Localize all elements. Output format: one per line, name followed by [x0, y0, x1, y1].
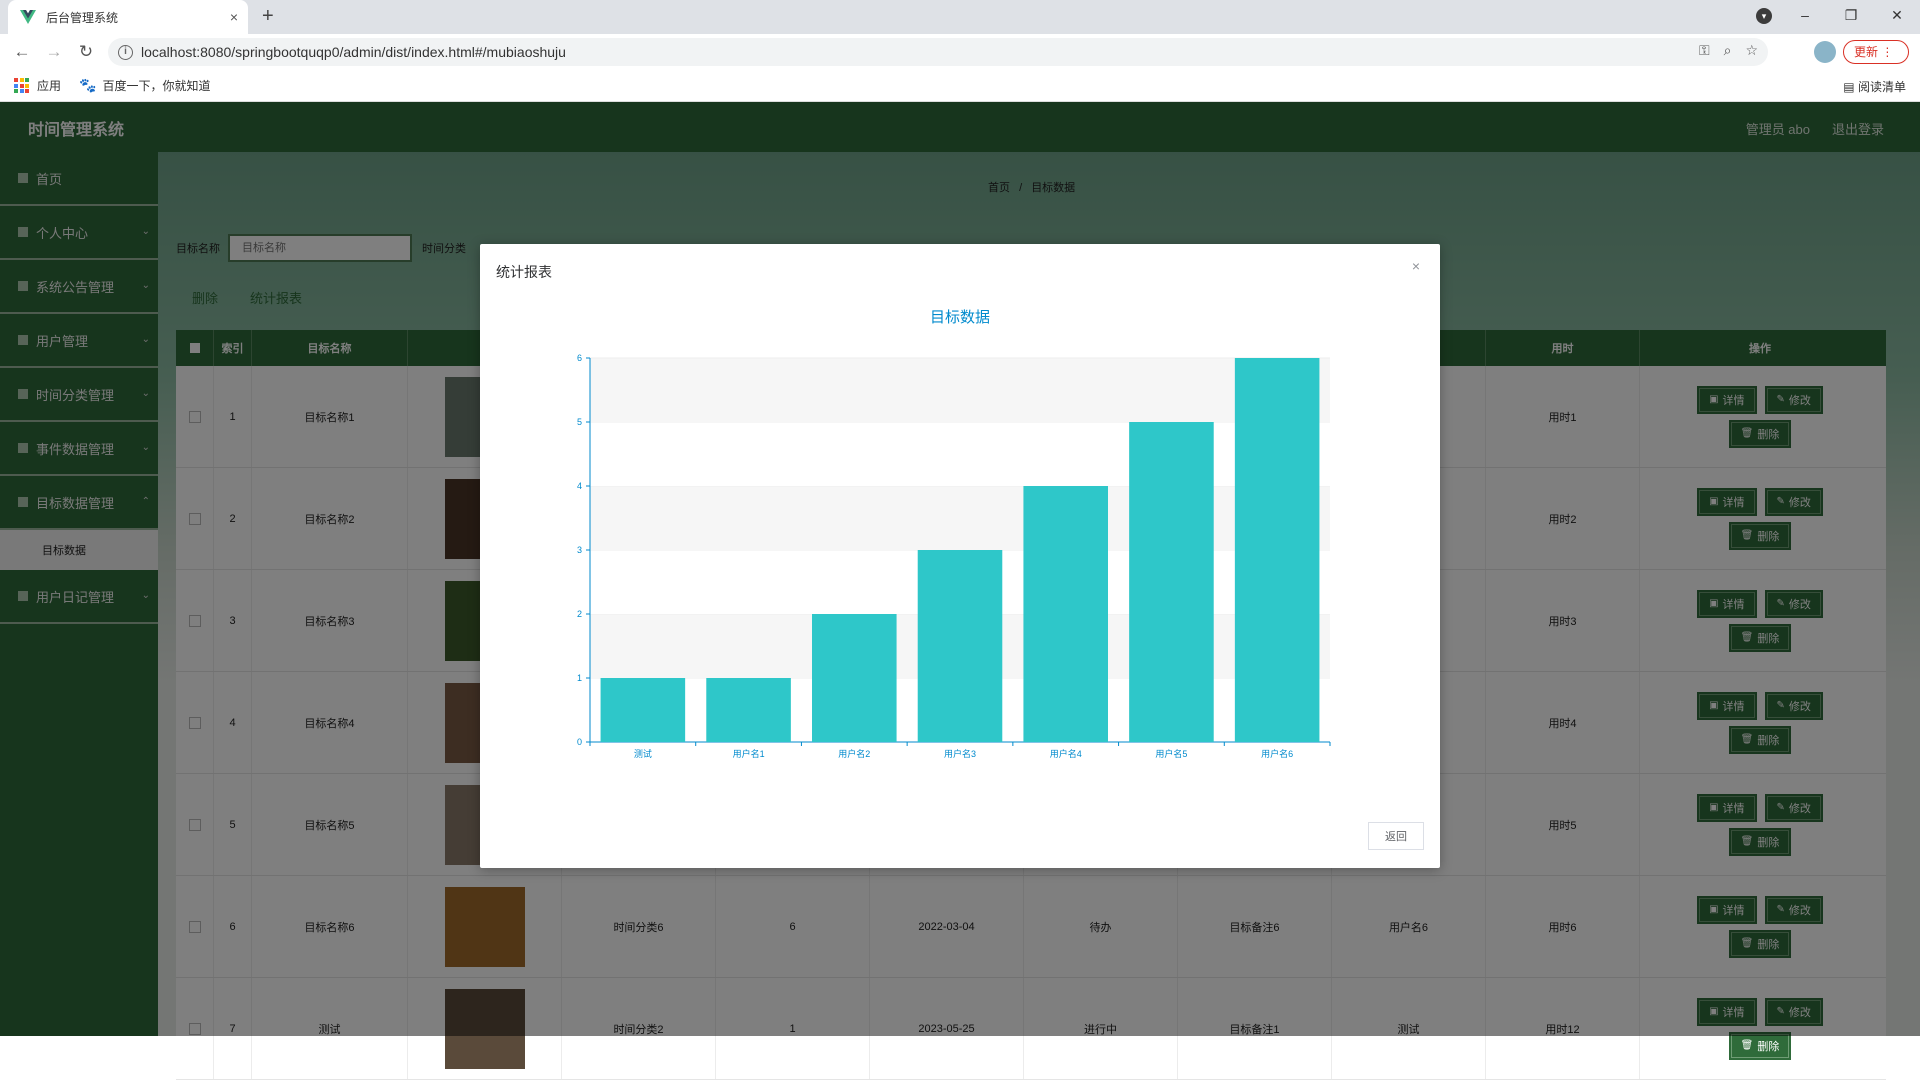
- y-tick-label: 2: [577, 609, 582, 619]
- y-tick-label: 1: [577, 673, 582, 683]
- x-tick-label: 测试: [634, 748, 652, 759]
- bookmark-apps-label: 应用: [37, 79, 62, 93]
- close-window-button[interactable]: ✕: [1874, 7, 1920, 24]
- y-tick-label: 5: [577, 417, 582, 427]
- bookmarks-bar: 应用 🐾 百度一下，你就知道 ▤ 阅读清单: [0, 70, 1920, 102]
- reading-list-label: 阅读清单: [1857, 80, 1906, 94]
- new-tab-button[interactable]: +: [262, 5, 274, 28]
- vue-logo-icon: [20, 10, 36, 24]
- update-label: 更新: [1854, 45, 1879, 59]
- grid-band: [590, 422, 1330, 486]
- bar: [1023, 486, 1108, 742]
- more-menu-icon: ⋮: [1881, 45, 1894, 59]
- bar: [706, 678, 791, 742]
- bar: [917, 550, 1003, 742]
- bookmark-star-icon[interactable]: ☆: [1745, 42, 1758, 59]
- minimize-button[interactable]: –: [1782, 7, 1828, 23]
- x-tick-label: 用户名1: [733, 748, 765, 759]
- x-tick-label: 用户名3: [944, 748, 976, 759]
- y-tick-label: 6: [577, 353, 582, 363]
- tab-search-icon[interactable]: ▾: [1756, 8, 1772, 24]
- bar-chart: 目标数据 0 1 2 3 4 5 6 测试 用户名1 用户名2 用户名3 用户名4 用户名5 用户名6: [577, 309, 1331, 759]
- url-text[interactable]: localhost:8080/springbootquqp0/admin/dis…: [141, 44, 566, 60]
- x-tick-label: 用户名6: [1261, 748, 1293, 759]
- omnibox[interactable]: i localhost:8080/springbootquqp0/admin/d…: [108, 38, 1768, 66]
- bar: [1234, 358, 1320, 742]
- return-button[interactable]: 返回: [1368, 822, 1424, 850]
- zoom-icon[interactable]: ⌕: [1724, 42, 1732, 59]
- grid-band: [590, 486, 1330, 550]
- reading-list[interactable]: ▤ 阅读清单: [1843, 78, 1906, 95]
- back-icon[interactable]: ←: [6, 42, 38, 62]
- row-delete-icon: 🗑: [1740, 1040, 1754, 1051]
- browser-tabstrip: 后台管理系统 × + ▾ – ❐ ✕: [0, 0, 1920, 34]
- tab-close-icon[interactable]: ×: [230, 9, 238, 25]
- restore-button[interactable]: ❐: [1828, 7, 1874, 24]
- bookmark-baidu[interactable]: 🐾 百度一下，你就知道: [79, 77, 210, 94]
- bar: [812, 614, 897, 742]
- tab-title: 后台管理系统: [46, 10, 119, 25]
- address-bar-row: ← → ↻ i localhost:8080/springbootquqp0/a…: [0, 34, 1920, 70]
- x-tick-label: 用户名2: [838, 748, 870, 759]
- update-button[interactable]: 更新 ⋮: [1843, 40, 1909, 64]
- y-tick-label: 3: [577, 545, 582, 555]
- key-icon[interactable]: ⚿: [1699, 42, 1710, 59]
- site-info-icon[interactable]: i: [118, 44, 133, 60]
- browser-tab[interactable]: 后台管理系统 ×: [8, 0, 248, 34]
- apps-grid-icon: [14, 78, 29, 93]
- bar: [600, 678, 686, 742]
- report-dialog: 统计报表 × 目标数据 0 1 2 3 4 5 6 测试 用户名1 用户名2 用户名3 用户名4 用户名5…: [480, 244, 1440, 868]
- grid-band: [590, 358, 1330, 422]
- profile-avatar[interactable]: [1814, 41, 1836, 63]
- y-tick-label: 0: [577, 737, 582, 747]
- baidu-paw-icon: 🐾: [79, 77, 97, 93]
- reload-icon[interactable]: ↻: [70, 42, 102, 62]
- bar: [1129, 422, 1214, 742]
- x-tick-label: 用户名4: [1050, 748, 1082, 759]
- chart-title: 目标数据: [930, 309, 990, 326]
- bookmark-baidu-label: 百度一下，你就知道: [102, 79, 211, 93]
- window-controls: – ❐ ✕: [1782, 0, 1920, 30]
- bookmark-apps[interactable]: 应用: [14, 77, 61, 94]
- row-delete-label: 删除: [1757, 1040, 1780, 1053]
- y-tick-label: 4: [577, 481, 582, 491]
- forward-icon[interactable]: →: [38, 42, 70, 62]
- reading-list-icon: ▤: [1843, 80, 1855, 94]
- x-tick-label: 用户名5: [1155, 748, 1187, 759]
